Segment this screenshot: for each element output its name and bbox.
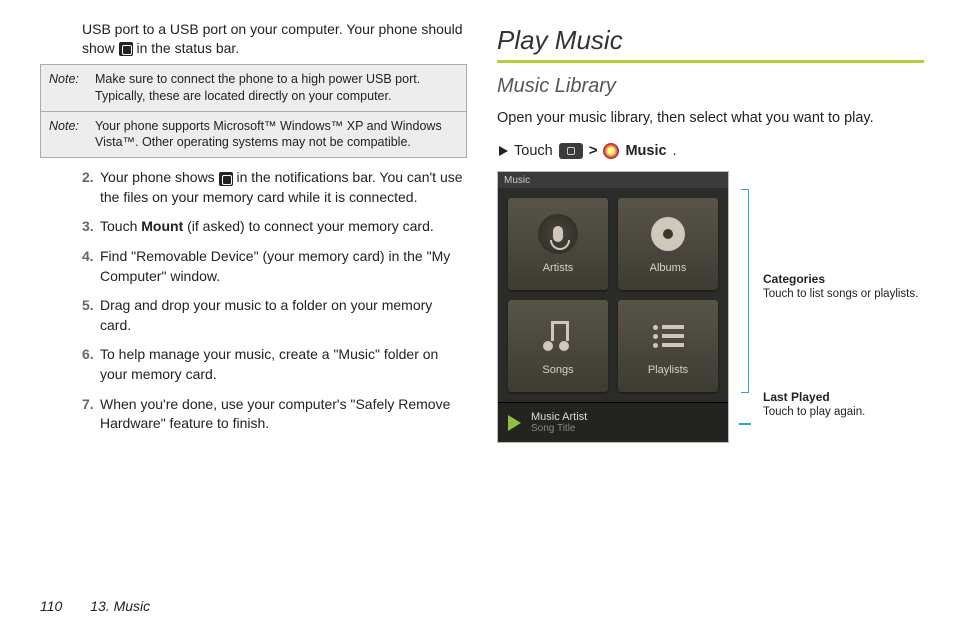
step-text: Find "Removable Device" (your memory car… (100, 247, 467, 286)
note-text: Your phone supports Microsoft™ Windows™ … (95, 118, 458, 152)
step-2: 2. Your phone shows in the notifications… (82, 168, 467, 207)
tile-songs[interactable]: Songs (508, 300, 608, 392)
step-text: Drag and drop your music to a folder on … (100, 296, 467, 335)
step-5: 5. Drag and drop your music to a folder … (82, 296, 467, 335)
music-app-icon (603, 143, 619, 159)
heading-play-music: Play Music (497, 25, 924, 63)
step-6: 6. To help manage your music, create a "… (82, 345, 467, 384)
note-label: Note: (49, 71, 89, 105)
usb-icon (219, 172, 233, 186)
phone-app-title: Music (498, 172, 728, 188)
usb-intro-para: USB port to a USB port on your computer.… (82, 20, 467, 58)
playlist-icon (653, 325, 684, 348)
step-7: 7. When you're done, use your computer's… (82, 395, 467, 434)
callout-brackets (739, 171, 753, 425)
home-key-icon (559, 143, 583, 159)
tile-albums[interactable]: Albums (618, 198, 718, 290)
step-number: 7. (82, 395, 100, 434)
touch-instruction: Touch > Music. (497, 142, 924, 159)
step-text: Your phone shows in the notifications ba… (100, 168, 467, 207)
step-number: 2. (82, 168, 100, 207)
note-box-1: Note: Make sure to connect the phone to … (40, 64, 467, 112)
last-played-artist: Music Artist (531, 411, 587, 423)
music-notes-icon (541, 321, 575, 351)
step-text: When you're done, use your computer's "S… (100, 395, 467, 434)
step-text: Touch Mount (if asked) to connect your m… (100, 217, 467, 237)
phone-screenshot: Music Artists Albums Songs (497, 171, 729, 443)
step-number: 4. (82, 247, 100, 286)
greater-than-icon: > (589, 142, 598, 159)
last-played-bar[interactable]: Music Artist Song Title (498, 402, 728, 442)
step-number: 5. (82, 296, 100, 335)
section-title: 13. Music (90, 598, 150, 614)
step-text: To help manage your music, create a "Mus… (100, 345, 467, 384)
page-number: 110 (40, 598, 62, 614)
callout-last-played: Last Played Touch to play again. (763, 389, 918, 421)
tile-playlists[interactable]: Playlists (618, 300, 718, 392)
intro-text: Open your music library, then select wha… (497, 108, 924, 128)
usb-icon (119, 42, 133, 56)
play-icon (508, 415, 521, 431)
step-3: 3. Touch Mount (if asked) to connect you… (82, 217, 467, 237)
bullet-triangle-icon (499, 146, 508, 156)
disc-icon (651, 217, 685, 251)
note-label: Note: (49, 118, 89, 152)
step-number: 6. (82, 345, 100, 384)
note-box-2: Note: Your phone supports Microsoft™ Win… (40, 112, 467, 159)
tile-artists[interactable]: Artists (508, 198, 608, 290)
page-footer: 110 13. Music (40, 598, 150, 614)
microphone-icon (538, 214, 578, 254)
last-played-song: Song Title (531, 423, 587, 434)
touch-word: Touch (514, 143, 553, 159)
step-4: 4. Find "Removable Device" (your memory … (82, 247, 467, 286)
subheading-music-library: Music Library (497, 75, 924, 98)
step-number: 3. (82, 217, 100, 237)
callout-categories: Categories Touch to list songs or playli… (763, 271, 918, 303)
music-label: Music (625, 143, 666, 159)
note-text: Make sure to connect the phone to a high… (95, 71, 458, 105)
